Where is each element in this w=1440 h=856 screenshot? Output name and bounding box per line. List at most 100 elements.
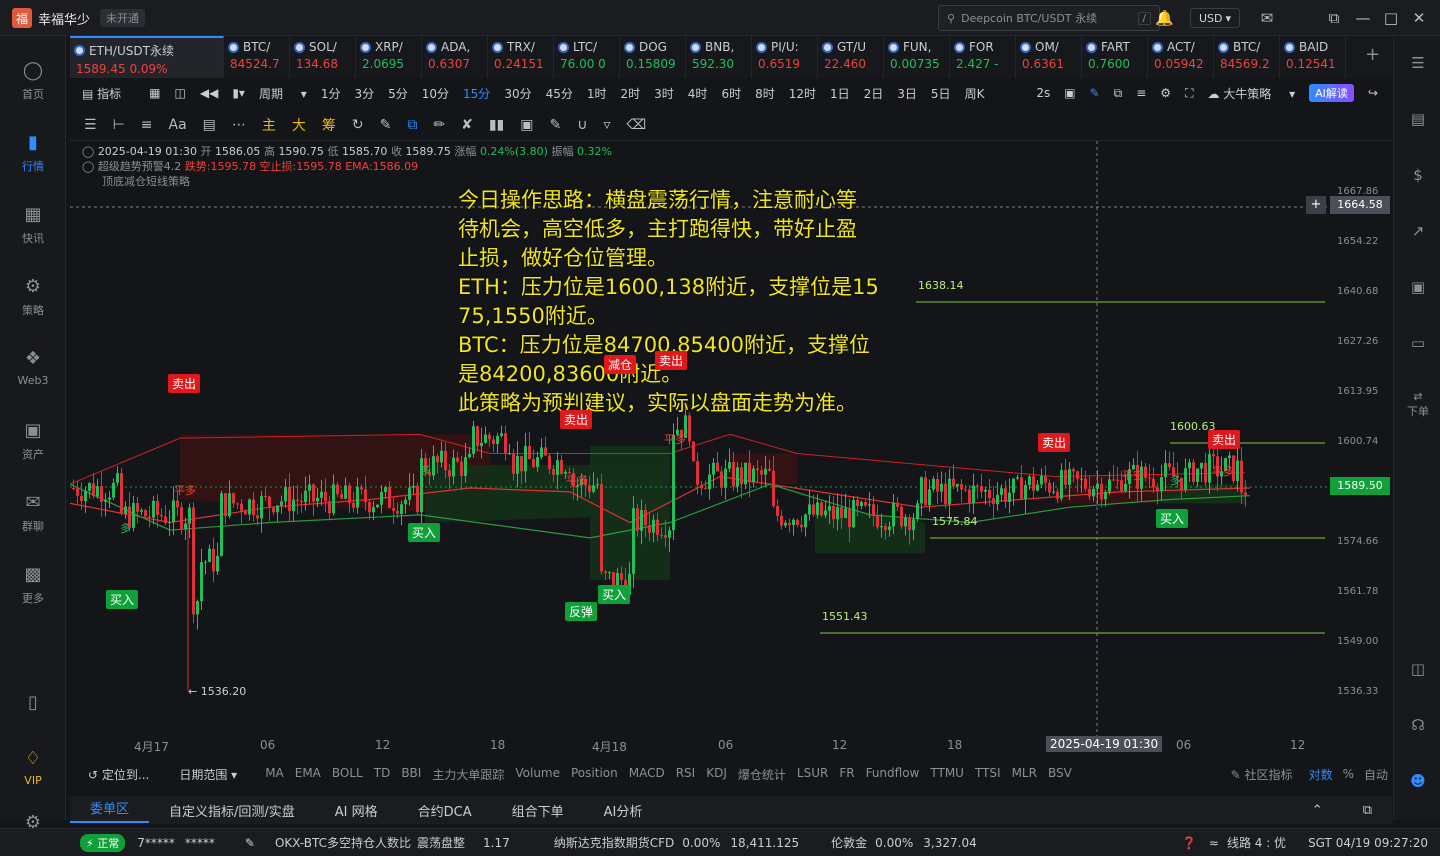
calendar-icon[interactable]: ▦ xyxy=(149,86,160,100)
close-icon[interactable]: ✕ xyxy=(1410,9,1428,27)
indicator-item[interactable]: Volume xyxy=(515,766,560,783)
period-option[interactable]: 1日 xyxy=(830,85,850,102)
auto-scale-toggle[interactable]: 自动 xyxy=(1364,766,1388,783)
symbol-tab[interactable]: BAID 0.12541 xyxy=(1280,36,1346,78)
symbol-tab[interactable]: FART 0.7600 xyxy=(1082,36,1148,78)
popout-panel-icon[interactable]: ⧉ xyxy=(1343,803,1392,818)
tab-ai-analysis[interactable]: AI分析 xyxy=(584,801,663,820)
indicator-item[interactable]: TTMU xyxy=(930,766,964,783)
period-option[interactable]: 周K xyxy=(965,85,985,102)
collapse-panel-icon[interactable]: ⌃ xyxy=(1292,803,1343,818)
indicator-item[interactable]: KDJ xyxy=(706,766,727,783)
monitor-icon[interactable]: ▣ xyxy=(1408,278,1428,298)
search-input[interactable]: ⚲ Deepcoin BTC/USDT 永续 / xyxy=(938,5,1160,31)
share-icon[interactable]: ↪ xyxy=(1368,86,1378,100)
indicator-item[interactable]: BSV xyxy=(1048,766,1072,783)
symbol-tab[interactable]: ACT/0.05942 xyxy=(1148,36,1214,78)
period-option[interactable]: 3日 xyxy=(897,85,917,102)
gear-icon[interactable]: ⚙ xyxy=(1160,86,1171,100)
card-icon[interactable]: ▭ xyxy=(1408,334,1428,354)
copy-icon[interactable]: ⧉ xyxy=(407,117,417,133)
headset-icon[interactable]: ☊ xyxy=(1408,716,1428,736)
ticker-nasdaq[interactable]: 纳斯达克指数期货CFD xyxy=(554,834,675,851)
robot-icon[interactable]: ☻ xyxy=(1408,772,1428,792)
period-option[interactable]: 2日 xyxy=(864,85,884,102)
indicator-item[interactable]: RSI xyxy=(676,766,696,783)
log-scale-toggle[interactable]: 对数 xyxy=(1309,766,1333,783)
dollar-icon[interactable]: $ xyxy=(1408,166,1428,186)
nav-item-home[interactable]: ◯ 首页 xyxy=(0,60,66,102)
tab-combo-order[interactable]: 组合下单 xyxy=(492,801,584,820)
symbol-tab[interactable]: DOG 0.15809 xyxy=(620,36,686,78)
symbol-tab[interactable]: XRP/2.0695 xyxy=(356,36,422,78)
help-icon[interactable]: ❓ xyxy=(1182,836,1197,850)
indicator-item[interactable]: MACD xyxy=(629,766,665,783)
ai-interpret-button[interactable]: AI解读 xyxy=(1309,84,1354,102)
period-option[interactable]: 2时 xyxy=(621,85,641,102)
indicator-item[interactable]: LSUR xyxy=(797,766,828,783)
ticker-okx-ratio[interactable]: OKX-BTC多空持仓人数比 xyxy=(275,834,411,851)
indicator-item[interactable]: TD xyxy=(374,766,391,783)
order-button[interactable]: ⇄ 下单 xyxy=(1400,390,1436,426)
indicator-item[interactable]: 爆仓统计 xyxy=(738,766,786,783)
indicator-toggle-icon[interactable]: ◯ xyxy=(82,160,94,173)
pen-icon[interactable]: ✏ xyxy=(433,117,445,133)
nav-item-market[interactable]: ▮ 行情 xyxy=(0,132,66,174)
symbol-tab[interactable]: FOR 2.427 - xyxy=(950,36,1016,78)
account-status-badge[interactable]: 未开通 xyxy=(100,9,146,27)
bell-icon[interactable]: 🔔 xyxy=(1155,9,1174,27)
period-option[interactable]: 1时 xyxy=(587,85,607,102)
trend-icon[interactable]: ↗ xyxy=(1408,222,1428,242)
symbol-tab[interactable]: BTC/84569.2 xyxy=(1214,36,1280,78)
list-icon[interactable]: ☰ xyxy=(1408,54,1428,74)
text-tool-icon[interactable]: Aa xyxy=(169,117,187,133)
sync-icon[interactable]: ↻ xyxy=(352,117,364,133)
nav-item-strategy[interactable]: ⚙ 策略 xyxy=(0,276,66,318)
period-option[interactable]: 4时 xyxy=(688,85,708,102)
magnet-icon[interactable]: ∪ xyxy=(577,117,587,133)
indicators-button[interactable]: ▤ 指标 xyxy=(82,85,135,102)
indicator-item[interactable]: MA xyxy=(265,766,284,783)
nav-item-news[interactable]: ▦ 快讯 xyxy=(0,204,66,246)
indicator-item[interactable]: BOLL xyxy=(332,766,363,783)
layout-icon[interactable]: ◫ xyxy=(1408,660,1428,680)
community-indicators-button[interactable]: ✎ 社区指标 xyxy=(1231,766,1293,783)
lock-icon[interactable]: ▣ xyxy=(520,117,533,133)
indicator-item[interactable]: EMA xyxy=(295,766,321,783)
mail-icon[interactable]: ✉ xyxy=(1258,9,1276,27)
symbol-tab[interactable]: BTC/84524.7 xyxy=(224,36,290,78)
period-select[interactable]: 周期 ▾ xyxy=(259,85,307,102)
period-option[interactable]: 1分 xyxy=(321,85,341,102)
symbol-tab[interactable]: OM/0.6361 xyxy=(1016,36,1082,78)
big-order-toggle[interactable]: 大 xyxy=(292,115,306,135)
eraser-icon[interactable]: ✘ xyxy=(461,117,473,133)
minimize-icon[interactable]: — xyxy=(1354,9,1372,27)
period-option[interactable]: 3时 xyxy=(654,85,674,102)
period-option[interactable]: 5分 xyxy=(388,85,408,102)
symbol-tab[interactable]: GT/U 22.460 xyxy=(818,36,884,78)
symbol-tab[interactable]: TRX/0.24151 xyxy=(488,36,554,78)
nav-item-more[interactable]: ▩ 更多 xyxy=(0,564,66,606)
candle-type-icon[interactable]: ▮▾ xyxy=(232,86,245,100)
chip-toggle[interactable]: 筹 xyxy=(322,115,336,135)
date-range-select[interactable]: 日期范围 ▾ xyxy=(179,766,237,783)
tab-custom-indicators[interactable]: 自定义指标/回测/实盘 xyxy=(149,801,315,820)
refresh-interval[interactable]: 2s xyxy=(1036,86,1050,100)
period-option[interactable]: 5日 xyxy=(931,85,951,102)
symbol-tab[interactable]: BNB, 592.30 xyxy=(686,36,752,78)
add-alert-icon[interactable]: + xyxy=(1306,196,1326,214)
period-option[interactable]: 45分 xyxy=(546,85,573,102)
multi-line-icon[interactable]: ≡ xyxy=(141,117,153,133)
tab-orders[interactable]: 委单区 xyxy=(70,798,150,823)
symbol-tab[interactable]: SOL/134.68 xyxy=(290,36,356,78)
trash-icon[interactable]: ⌫ xyxy=(627,117,647,133)
maximize-icon[interactable]: □ xyxy=(1382,9,1400,27)
period-option[interactable]: 6时 xyxy=(721,85,741,102)
brush-icon[interactable]: ✎ xyxy=(380,117,392,133)
hline-icon[interactable]: ⊢ xyxy=(113,117,125,133)
indicator-item[interactable]: TTSI xyxy=(975,766,1001,783)
filter-icon[interactable]: ▿ xyxy=(603,117,610,133)
strategy-select[interactable]: ☁ 大牛策略 ▾ xyxy=(1207,85,1295,102)
popout-icon[interactable]: ⧉ xyxy=(1325,9,1343,27)
collapse-icon[interactable]: ◯ xyxy=(82,145,94,158)
